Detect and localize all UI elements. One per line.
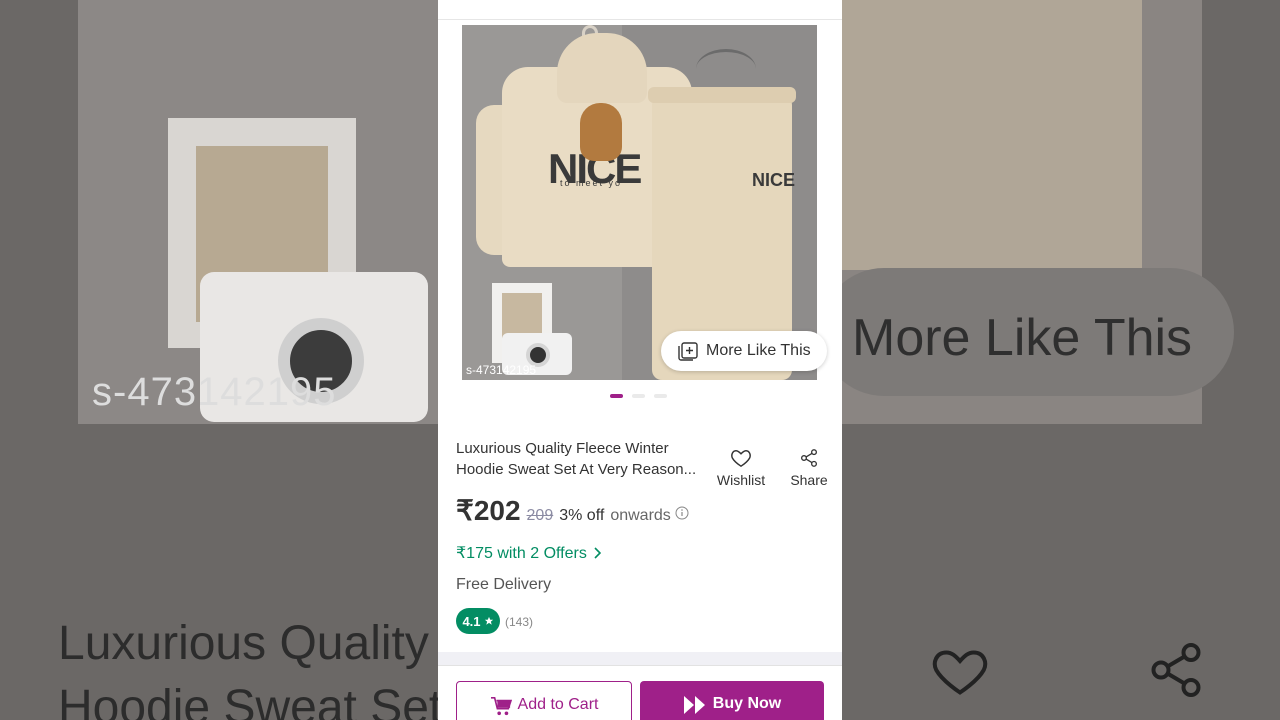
top-strip [438,0,842,20]
backdrop-pill-text: More Like This [852,309,1193,367]
chevron-right-icon [594,547,601,559]
onwards-label: onwards [610,507,671,524]
teddy-bear-graphic [580,103,622,161]
original-price: 209 [526,507,554,524]
hoodie-hood [557,33,647,103]
backdrop-title: Luxurious Quality Hoodie Sweat Set [58,612,442,720]
share-label: Share [790,472,828,488]
product-title-line2: Hoodie Sweat Set At Very Reason... [456,461,697,478]
product-image[interactable]: NICE to meet yo NICE s-473142195 [462,25,817,380]
buy-now-label: Buy Now [712,695,782,712]
product-title: Luxurious Quality Fleece Winter Hoodie S… [456,438,700,480]
share-button[interactable]: Share [788,448,830,488]
heart-icon [731,449,751,468]
offers-text: ₹175 with 2 Offers [456,545,587,562]
backdrop-title-line1: Luxurious Quality [58,617,429,670]
hoodie-subprint: to meet yo [560,178,623,188]
share-icon [801,449,817,467]
backdrop-pants [842,0,1142,270]
backdrop-image-code: s-473142195 [92,370,337,414]
rating-count: (143) [505,615,534,629]
star-icon [484,616,493,625]
delivery-info: Free Delivery [456,576,552,593]
carousel-dot-3[interactable] [654,394,667,398]
more-like-this-label: More Like This [706,342,811,359]
pants-hanger [696,49,756,89]
more-like-this-button[interactable]: More Like This [661,331,827,371]
cart-icon [490,697,512,716]
backdrop-heart-icon [932,650,988,695]
discount: 3% off [559,507,605,524]
carousel-dots [610,394,667,398]
carousel-dot-2[interactable] [632,394,645,398]
carousel-dot-1[interactable] [610,394,623,398]
info-icon[interactable] [675,506,689,520]
image-code: s-473142195 [466,363,537,377]
more-like-this-icon [678,342,698,361]
backdrop-title-line2: Hoodie Sweat Set [58,681,443,720]
backdrop-share-icon [1151,643,1201,697]
fast-forward-icon [683,696,705,714]
price-row: ₹202 209 3% off onwards [456,494,689,527]
wishlist-label: Wishlist [716,472,766,488]
rating-badge[interactable]: 4.1 [456,608,500,634]
product-detail-screen: NICE to meet yo NICE s-473142195 More Li… [438,0,842,720]
product-title-line1: Luxurious Quality Fleece Winter [456,440,669,457]
offers-link[interactable]: ₹175 with 2 Offers [456,543,601,563]
section-divider [438,652,842,666]
wishlist-button[interactable]: Wishlist [716,448,766,488]
pants-print: NICE [752,170,796,190]
buy-now-button[interactable]: Buy Now [640,681,824,720]
add-to-cart-label: Add to Cart [517,696,599,713]
price: ₹202 [456,495,521,526]
rating-value: 4.1 [462,613,481,629]
pants-waistband [648,87,796,103]
add-to-cart-button[interactable]: Add to Cart [456,681,632,720]
